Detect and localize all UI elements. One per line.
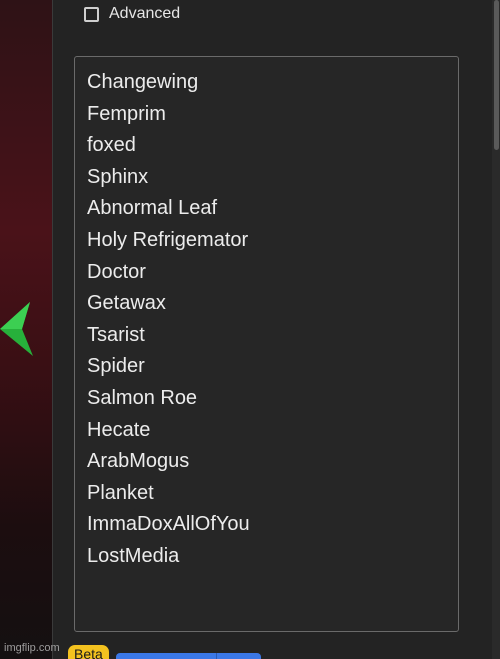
list-item[interactable]: Getawax — [87, 288, 458, 320]
watermark: imgflip.com — [4, 642, 60, 654]
list-item[interactable]: Hecate — [87, 415, 458, 447]
button-divider — [216, 653, 217, 659]
list-item[interactable]: Changewing — [87, 67, 458, 99]
list-item[interactable]: Salmon Roe — [87, 383, 458, 415]
list-item[interactable]: Planket — [87, 478, 458, 510]
list-item[interactable]: LostMedia — [87, 541, 458, 573]
green-arrow-icon[interactable] — [0, 302, 36, 356]
name-listbox[interactable]: Changewing Femprim foxed Sphinx Abnormal Lea… — [74, 56, 459, 632]
advanced-checkbox[interactable] — [84, 6, 99, 22]
advanced-label: Advanced — [109, 5, 181, 22]
list-item[interactable]: Spider — [87, 351, 458, 383]
list-item[interactable]: ImmaDoxAllOfYou — [87, 509, 458, 541]
list-item[interactable]: ArabMogus — [87, 446, 458, 478]
list-item[interactable]: Doctor — [87, 257, 458, 289]
name-list: Changewing Femprim foxed Sphinx Abnormal Lea… — [75, 57, 458, 573]
list-item[interactable]: foxed — [87, 130, 458, 162]
list-item[interactable]: Holy Refrigemator — [87, 225, 458, 257]
scrollbar[interactable] — [492, 0, 500, 659]
list-item[interactable]: Tsarist — [87, 320, 458, 352]
primary-button[interactable] — [116, 653, 261, 659]
screen: Advanced Changewing Femprim foxed Sphinx Abn… — [0, 0, 500, 659]
list-item[interactable]: Abnormal Leaf — [87, 193, 458, 225]
list-item[interactable]: Femprim — [87, 99, 458, 131]
beta-badge: Beta — [68, 645, 109, 659]
list-item[interactable]: Sphinx — [87, 162, 458, 194]
scrollbar-thumb[interactable] — [494, 0, 499, 150]
advanced-option[interactable]: Advanced — [84, 4, 180, 24]
